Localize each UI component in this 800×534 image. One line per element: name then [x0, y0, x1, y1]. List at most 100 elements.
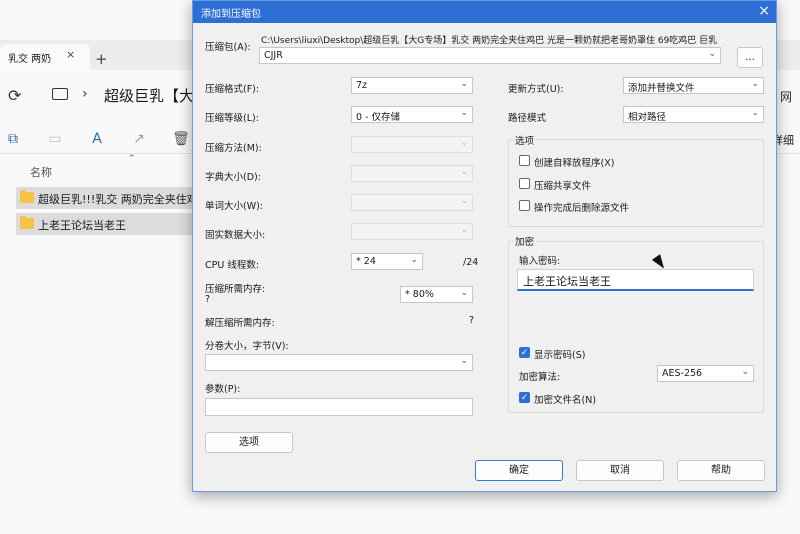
cpu-threads-value: * 24 [356, 256, 376, 267]
level-value: 0 - 仅存储 [356, 112, 401, 123]
cpu-threads-label: CPU 线程数: [205, 260, 260, 271]
show-password-checkbox[interactable]: ✓ 显示密码(S) [519, 347, 585, 361]
update-mode-label: 更新方式(U): [508, 84, 564, 95]
chevron-down-icon: ⌄ [460, 79, 468, 89]
sort-up-icon: ⌃ [128, 154, 136, 164]
list-item[interactable]: 上老王论坛当老王 [16, 213, 196, 235]
password-input[interactable]: 上老王论坛当老王 [517, 269, 754, 291]
sfx-checkbox[interactable]: 创建自释放程序(X) [519, 155, 614, 169]
split-size-label: 分卷大小，字节(V): [205, 341, 289, 352]
archive-name-value: CJJR [264, 50, 283, 61]
delete-icon[interactable]: 🗑 [172, 130, 190, 148]
encryption-method-value: AES-256 [662, 368, 703, 379]
cancel-button[interactable]: 取消 [576, 460, 664, 481]
format-value: 7z [356, 80, 368, 91]
solid-size-select[interactable]: ⌄ [351, 223, 473, 240]
method-label: 压缩方法(M): [205, 143, 262, 154]
checkbox-checked-icon: ✓ [519, 347, 530, 358]
word-size-label: 单词大小(W): [205, 201, 264, 212]
rename-icon[interactable]: A [88, 130, 106, 148]
show-password-label: 显示密码(S) [534, 350, 586, 361]
archive-label: 压缩包(A): [205, 42, 251, 53]
path-mode-value: 相对路径 [628, 112, 667, 123]
help-button[interactable]: 帮助 [677, 460, 765, 481]
chevron-down-icon: ⌄ [410, 255, 418, 265]
parameters-input[interactable] [205, 398, 473, 416]
sfx-checkbox-label: 创建自释放程序(X) [534, 158, 615, 169]
path-mode-label: 路径模式 [508, 113, 547, 124]
chevron-down-icon: ⌄ [751, 108, 759, 118]
delete-after-checkbox-label: 操作完成后删除源文件 [534, 203, 630, 214]
encryption-method-label: 加密算法: [519, 372, 561, 383]
explorer-tab[interactable]: 乳交 两奶 [0, 44, 90, 70]
address-right-text: 网 [780, 90, 793, 104]
new-tab-icon[interactable]: + [95, 50, 108, 68]
dictionary-select[interactable]: ⌄ [351, 165, 473, 182]
refresh-icon[interactable]: ⟳ [8, 86, 21, 105]
decompress-memory-label: 解压缩所需内存: [205, 318, 275, 329]
ok-button[interactable]: 确定 [475, 460, 563, 481]
level-select[interactable]: 0 - 仅存储 ⌄ [351, 106, 473, 123]
chevron-down-icon: ⌄ [741, 367, 749, 377]
close-tab-icon[interactable]: × [66, 48, 75, 61]
format-select[interactable]: 7z ⌄ [351, 77, 473, 94]
copy-icon[interactable]: ⧉ [4, 130, 22, 148]
password-prompt: 输入密码: [519, 256, 561, 267]
method-select[interactable]: ⌄ [351, 136, 473, 153]
chevron-down-icon: ⌄ [708, 49, 716, 59]
share-icon[interactable]: ↗ [130, 130, 148, 148]
archive-name-combo[interactable]: CJJR ⌄ [259, 47, 721, 64]
options-button[interactable]: 选项 [205, 432, 293, 453]
delete-after-checkbox[interactable]: 操作完成后删除源文件 [519, 200, 629, 214]
split-size-combo[interactable]: ⌄ [205, 354, 473, 371]
chevron-down-icon: ⌄ [751, 79, 759, 89]
chevron-down-icon: ⌄ [460, 167, 468, 177]
encrypt-names-checkbox[interactable]: ✓ 加密文件名(N) [519, 392, 596, 406]
options-group-title: 选项 [513, 133, 537, 147]
archive-path: C:\Users\liuxi\Desktop\超级巨乳【大G专场】乳交 两奶完全… [261, 36, 718, 46]
dialog-titlebar[interactable]: 添加到压缩包 × [193, 1, 776, 23]
chevron-right-icon[interactable]: › [82, 86, 88, 102]
computer-icon [52, 88, 68, 100]
list-item[interactable]: 超级巨乳!!!乳交 两奶完全夹住鸡巴 [16, 187, 196, 209]
shared-files-checkbox[interactable]: 压缩共享文件 [519, 178, 591, 192]
list-item-label: 超级巨乳!!!乳交 两奶完全夹住鸡巴 [38, 193, 196, 206]
browse-button[interactable]: ... [737, 47, 763, 68]
update-mode-value: 添加并替换文件 [628, 83, 695, 94]
solid-size-label: 固实数据大小: [205, 230, 266, 241]
checkbox-unchecked-icon [519, 200, 530, 211]
chevron-down-icon: ⌄ [460, 288, 468, 298]
format-label: 压缩格式(F): [205, 84, 260, 95]
paste-icon[interactable]: ▭ [46, 130, 64, 148]
update-mode-select[interactable]: 添加并替换文件 ⌄ [623, 77, 764, 94]
decompress-memory-unknown: ? [469, 315, 475, 326]
encryption-method-select[interactable]: AES-256 ⌄ [657, 365, 754, 382]
add-to-archive-dialog: 添加到压缩包 × 压缩包(A): C:\Users\liuxi\Desktop\… [192, 0, 777, 492]
checkbox-unchecked-icon [519, 178, 530, 189]
chevron-down-icon: ⌄ [460, 138, 468, 148]
dictionary-label: 字典大小(D): [205, 172, 261, 183]
encrypt-names-label: 加密文件名(N) [534, 395, 597, 406]
encryption-group-title: 加密 [513, 234, 537, 248]
checkbox-checked-icon: ✓ [519, 392, 530, 403]
explorer-tab-label: 乳交 两奶 [8, 54, 52, 65]
password-value: 上老王论坛当老王 [523, 275, 611, 288]
compress-memory-unknown: ? [205, 294, 211, 305]
memory-usage-value: * 80% [405, 289, 434, 300]
compress-memory-label: 压缩所需内存: [205, 284, 266, 295]
close-icon[interactable]: × [758, 3, 770, 19]
level-label: 压缩等级(L): [205, 113, 259, 124]
list-item-label: 上老王论坛当老王 [38, 219, 126, 232]
chevron-down-icon: ⌄ [460, 196, 468, 206]
dialog-title: 添加到压缩包 [201, 9, 261, 20]
memory-usage-select[interactable]: * 80% ⌄ [400, 286, 473, 303]
chevron-down-icon: ⌄ [460, 356, 468, 366]
folder-icon [20, 190, 34, 203]
cpu-threads-select[interactable]: * 24 ⌄ [351, 253, 423, 270]
chevron-down-icon: ⌄ [460, 108, 468, 118]
folder-icon [20, 216, 34, 229]
word-size-select[interactable]: ⌄ [351, 194, 473, 211]
path-mode-select[interactable]: 相对路径 ⌄ [623, 106, 764, 123]
shared-files-checkbox-label: 压缩共享文件 [534, 181, 592, 192]
column-header-name[interactable]: 名称 [30, 164, 52, 180]
